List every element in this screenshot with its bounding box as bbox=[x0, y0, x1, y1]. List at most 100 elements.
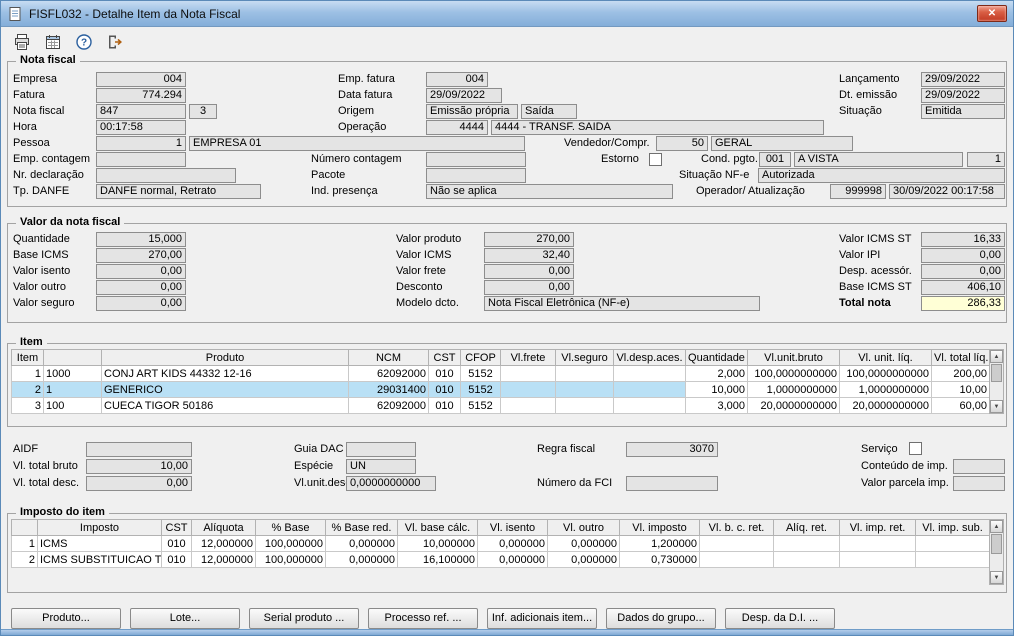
hora-field[interactable]: 00:17:58 bbox=[96, 120, 186, 135]
valor-outro-field[interactable]: 0,00 bbox=[96, 280, 186, 295]
cell[interactable]: GENERICO bbox=[102, 382, 349, 398]
lancamento-field[interactable]: 29/09/2022 bbox=[921, 72, 1005, 87]
cell[interactable] bbox=[774, 552, 840, 568]
cell[interactable]: 1,0000000000 bbox=[748, 382, 840, 398]
cell[interactable]: 20,0000000000 bbox=[748, 398, 840, 414]
regra-fiscal-field[interactable]: 3070 bbox=[626, 442, 718, 457]
table-row[interactable]: 3 100 CUECA TIGOR 50186 62092000 010 515… bbox=[12, 398, 990, 414]
total-nota-field[interactable]: 286,33 bbox=[921, 296, 1005, 311]
desp-da-di-button[interactable]: Desp. da D.I. ... bbox=[725, 608, 835, 629]
table-row[interactable]: 1 ICMS 010 12,000000 100,000000 0,000000… bbox=[12, 536, 990, 552]
cell[interactable]: 5152 bbox=[461, 366, 501, 382]
lote-button[interactable]: Lote... bbox=[130, 608, 240, 629]
cell[interactable] bbox=[614, 398, 686, 414]
operador-codigo-field[interactable]: 999998 bbox=[830, 184, 886, 199]
empresa-field[interactable]: 004 bbox=[96, 72, 186, 87]
help-icon[interactable]: ? bbox=[72, 30, 96, 54]
dados-do-grupo-button[interactable]: Dados do grupo... bbox=[606, 608, 716, 629]
processo-ref-button[interactable]: Processo ref. ... bbox=[368, 608, 478, 629]
cell[interactable]: 200,00 bbox=[932, 366, 990, 382]
desp-acessor-field[interactable]: 0,00 bbox=[921, 264, 1005, 279]
cell[interactable]: 10,00 bbox=[932, 382, 990, 398]
data-fatura-field[interactable]: 29/09/2022 bbox=[426, 88, 502, 103]
cell[interactable]: 1,0000000000 bbox=[840, 382, 932, 398]
pessoa-nome-field[interactable]: EMPRESA 01 bbox=[189, 136, 525, 151]
situacao-field[interactable]: Emitida bbox=[921, 104, 1005, 119]
cell[interactable]: 0,000000 bbox=[548, 536, 620, 552]
emp-fatura-field[interactable]: 004 bbox=[426, 72, 488, 87]
cell[interactable]: 5152 bbox=[461, 398, 501, 414]
scroll-up-icon[interactable]: ▲ bbox=[990, 350, 1003, 363]
cell[interactable]: 1000 bbox=[44, 366, 102, 382]
cell[interactable]: 010 bbox=[162, 536, 192, 552]
cell[interactable] bbox=[556, 398, 614, 414]
nota-fiscal-field[interactable]: 847 bbox=[96, 104, 186, 119]
numero-contagem-field[interactable] bbox=[426, 152, 526, 167]
cell[interactable]: 10,000 bbox=[686, 382, 748, 398]
cell[interactable]: 62092000 bbox=[349, 366, 429, 382]
valor-frete-field[interactable]: 0,00 bbox=[484, 264, 574, 279]
vendedor-nome-field[interactable]: GERAL bbox=[711, 136, 853, 151]
pessoa-codigo-field[interactable]: 1 bbox=[96, 136, 186, 151]
cell[interactable] bbox=[774, 536, 840, 552]
pacote-field[interactable] bbox=[426, 168, 526, 183]
cell[interactable] bbox=[916, 536, 990, 552]
cell[interactable]: 0,000000 bbox=[548, 552, 620, 568]
scrollbar-thumb[interactable] bbox=[991, 534, 1002, 554]
produto-button[interactable]: Produto... bbox=[11, 608, 121, 629]
cond-pgto-codigo-field[interactable]: 001 bbox=[759, 152, 791, 167]
print-icon[interactable] bbox=[10, 30, 34, 54]
cell[interactable] bbox=[840, 552, 916, 568]
cell[interactable]: 20,0000000000 bbox=[840, 398, 932, 414]
cell[interactable]: 010 bbox=[162, 552, 192, 568]
cell[interactable] bbox=[700, 552, 774, 568]
aidf-field[interactable] bbox=[86, 442, 192, 457]
cell[interactable] bbox=[556, 366, 614, 382]
cell[interactable]: 0,000000 bbox=[478, 552, 548, 568]
cell[interactable]: 2 bbox=[12, 552, 38, 568]
table-row[interactable]: 2 ICMS SUBSTITUICAO TRIBUTARIA 010 12,00… bbox=[12, 552, 990, 568]
cell[interactable] bbox=[614, 382, 686, 398]
cell[interactable]: 3 bbox=[12, 398, 44, 414]
cell[interactable]: 1 bbox=[44, 382, 102, 398]
cell[interactable]: 100,0000000000 bbox=[840, 366, 932, 382]
cell[interactable]: 29031400 bbox=[349, 382, 429, 398]
imposto-table-scrollbar[interactable]: ▲ ▼ bbox=[989, 519, 1004, 585]
situacao-nfe-field[interactable]: Autorizada bbox=[758, 168, 1005, 183]
vl-total-desc-field[interactable]: 0,00 bbox=[86, 476, 192, 491]
cell[interactable] bbox=[614, 366, 686, 382]
scroll-down-icon[interactable]: ▼ bbox=[990, 571, 1003, 584]
close-button[interactable]: ✕ bbox=[977, 5, 1007, 22]
calendar-icon[interactable] bbox=[41, 30, 65, 54]
cell[interactable]: 12,000000 bbox=[192, 536, 256, 552]
valor-icms-field[interactable]: 32,40 bbox=[484, 248, 574, 263]
cell[interactable] bbox=[700, 536, 774, 552]
cond-pgto-descricao-field[interactable]: A VISTA bbox=[794, 152, 963, 167]
cell[interactable]: 62092000 bbox=[349, 398, 429, 414]
cell[interactable]: 100 bbox=[44, 398, 102, 414]
valor-seguro-field[interactable]: 0,00 bbox=[96, 296, 186, 311]
cell[interactable] bbox=[840, 536, 916, 552]
cell[interactable]: 0,000000 bbox=[326, 536, 398, 552]
cell[interactable]: 3,000 bbox=[686, 398, 748, 414]
item-table-scrollbar[interactable]: ▲ ▼ bbox=[989, 349, 1004, 414]
nr-declaracao-field[interactable] bbox=[96, 168, 236, 183]
cell[interactable]: CONJ ART KIDS 44332 12-16 bbox=[102, 366, 349, 382]
operacao-codigo-field[interactable]: 4444 bbox=[426, 120, 488, 135]
cell[interactable]: 10,000000 bbox=[398, 536, 478, 552]
guia-dac-field[interactable] bbox=[346, 442, 416, 457]
table-row-selected[interactable]: 2 1 GENERICO 29031400 010 5152 10,000 1,… bbox=[12, 382, 990, 398]
vl-unit-desc-field[interactable]: 0,0000000000 bbox=[346, 476, 436, 491]
cell[interactable]: 100,0000000000 bbox=[748, 366, 840, 382]
emp-contagem-field[interactable] bbox=[96, 152, 186, 167]
exit-icon[interactable] bbox=[103, 30, 127, 54]
cell[interactable]: 0,730000 bbox=[620, 552, 700, 568]
valor-icms-st-field[interactable]: 16,33 bbox=[921, 232, 1005, 247]
origem-field[interactable]: Emissão própria bbox=[426, 104, 518, 119]
cell[interactable]: 16,100000 bbox=[398, 552, 478, 568]
dt-emissao-field[interactable]: 29/09/2022 bbox=[921, 88, 1005, 103]
fatura-field[interactable]: 774.294 bbox=[96, 88, 186, 103]
cell[interactable] bbox=[501, 382, 556, 398]
cell[interactable]: 1 bbox=[12, 366, 44, 382]
cell[interactable]: 0,000000 bbox=[326, 552, 398, 568]
